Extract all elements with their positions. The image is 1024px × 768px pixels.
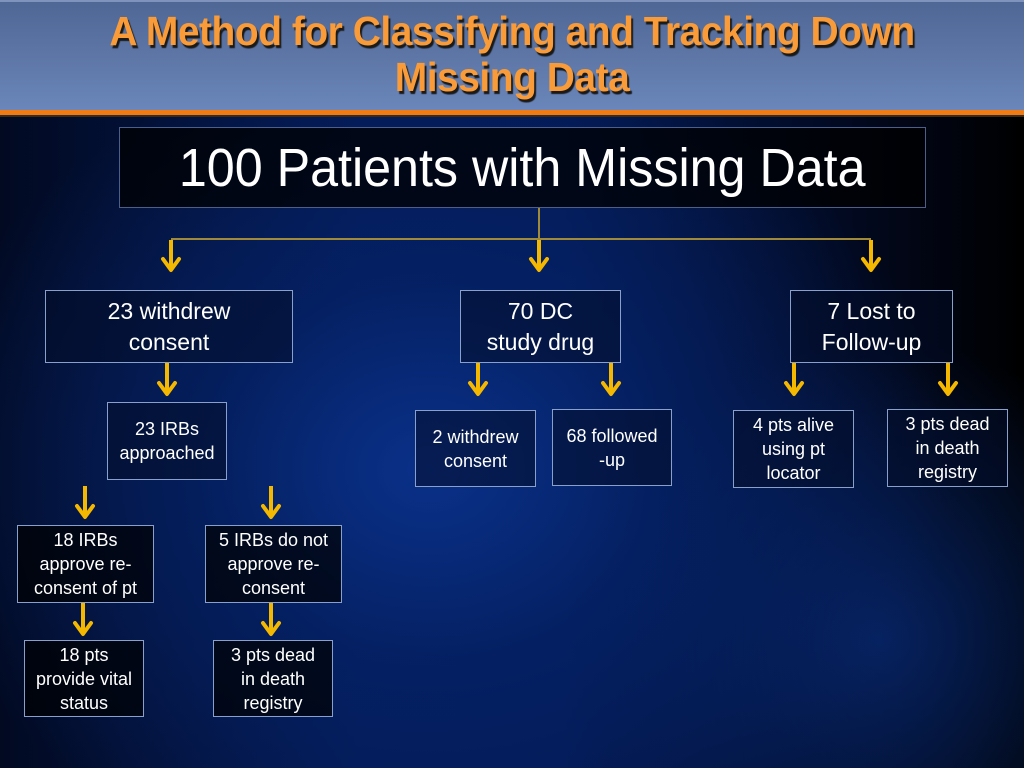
node-irbs-not-approve-reconsent: 5 IRBs do not approve re- consent (205, 525, 342, 603)
node-lost-pts-dead-registry: 3 pts dead in death registry (887, 409, 1008, 487)
node-irbs-approve-reconsent: 18 IRBs approve re- consent of pt (17, 525, 154, 603)
down-arrow-icon (938, 363, 958, 396)
down-arrow-icon (861, 240, 881, 272)
node-label: 3 pts dead in death registry (230, 644, 316, 713)
down-arrow-icon (157, 363, 177, 396)
node-pts-provide-vital-status: 18 pts provide vital status (24, 640, 144, 717)
node-label: 18 pts provide vital status (35, 644, 133, 713)
node-label: 70 DC study drug (486, 297, 595, 355)
node-label: 2 withdrew consent (432, 426, 519, 471)
node-root: 100 Patients with Missing Data (119, 127, 926, 208)
node-root-label: 100 Patients with Missing Data (179, 137, 866, 198)
down-arrow-icon (784, 363, 804, 396)
down-arrow-icon (601, 363, 621, 396)
node-lost-to-follow-up: 7 Lost to Follow-up (790, 290, 953, 363)
down-arrow-icon (75, 486, 95, 519)
node-label: 18 IRBs approve re- consent of pt (33, 530, 138, 598)
node-label: 23 withdrew consent (107, 297, 231, 355)
node-label: 23 IRBs approached (119, 419, 215, 463)
node-dc-study-drug: 70 DC study drug (460, 290, 621, 363)
node-irbs-approached: 23 IRBs approached (107, 402, 227, 480)
node-label: 7 Lost to Follow-up (821, 297, 922, 355)
node-withdrew-pts-dead-registry: 3 pts dead in death registry (213, 640, 333, 717)
down-arrow-icon (468, 363, 488, 396)
connectors (73, 207, 958, 636)
node-dc-withdrew-consent: 2 withdrew consent (415, 410, 536, 487)
down-arrow-icon (529, 240, 549, 272)
node-label: 3 pts dead in death registry (905, 414, 990, 482)
down-arrow-icon (261, 486, 281, 519)
node-withdrew-consent: 23 withdrew consent (45, 290, 293, 363)
node-label: 68 followed -up (566, 425, 658, 470)
node-followed-up: 68 followed -up (552, 409, 672, 486)
node-pts-alive-locator: 4 pts alive using pt locator (733, 410, 854, 488)
down-arrow-icon (73, 603, 93, 636)
node-label: 4 pts alive using pt locator (752, 415, 835, 483)
down-arrow-icon (261, 603, 281, 636)
down-arrow-icon (161, 240, 181, 272)
node-label: 5 IRBs do not approve re- consent (218, 530, 329, 598)
